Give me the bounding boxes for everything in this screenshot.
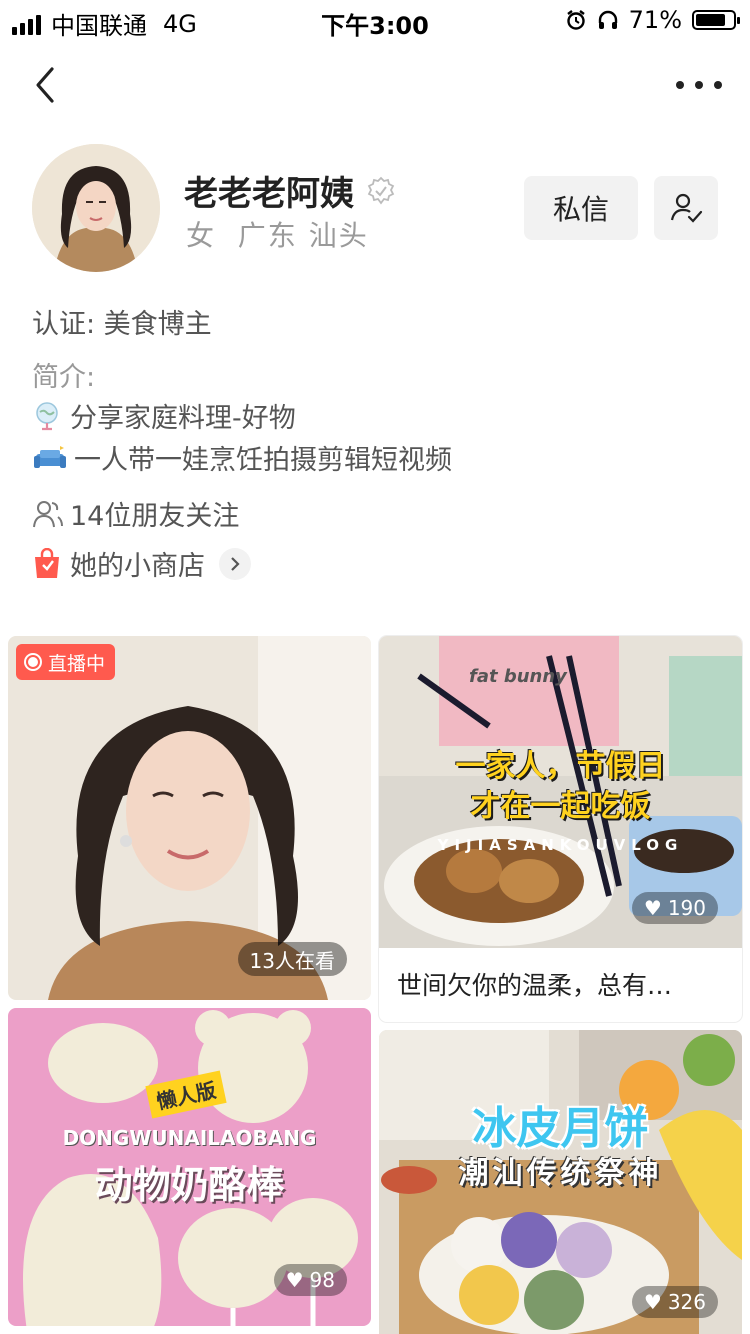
post-3-title: 冰皮月饼: [472, 1103, 649, 1154]
sofa-emoji-icon: [34, 445, 66, 468]
post-1-overlay-small: YIJIASANKOUVLOG: [437, 836, 684, 854]
more-dot-icon: [695, 81, 703, 89]
headphones-icon: [598, 10, 617, 29]
live-badge: 直播中: [16, 644, 116, 680]
post-1-title-line-2: 才在一起吃饭: [470, 789, 651, 824]
profile-name-row: 老老老阿姨: [184, 166, 396, 215]
follow-button[interactable]: [654, 176, 718, 240]
post-3-subtitle: 潮汕传统祭神: [458, 1156, 663, 1191]
nav-bar: [0, 55, 750, 115]
post-3-like-count: 326: [667, 1290, 706, 1314]
avatar-photo: [32, 144, 160, 272]
avatar[interactable]: [32, 144, 160, 272]
post-1-title-line-1: 一家人，节假日: [455, 749, 666, 784]
shop-link[interactable]: 她的小商店: [32, 544, 251, 583]
user-check-icon: [670, 193, 703, 223]
shop-bag-icon: [35, 547, 59, 578]
more-dot-icon: [676, 81, 684, 89]
certification-text: 认证: 美食博主: [32, 309, 212, 340]
alarm-icon: [566, 10, 585, 30]
post-1-caption: 世间欠你的温柔，总有…: [397, 971, 673, 1000]
post-2-title: 动物奶酪棒: [94, 1163, 285, 1207]
battery-icon: [692, 10, 740, 30]
shop-label: 她的小商店: [70, 551, 205, 582]
post-2-like-count: 98: [309, 1268, 335, 1292]
more-options-button[interactable]: [676, 71, 722, 99]
post-3-likes: ♥ 326: [631, 1286, 718, 1318]
post-2-likes: ♥ 98: [273, 1264, 347, 1296]
post-2-overlay-small: DONGWUNAILAOBANG: [62, 1126, 317, 1150]
post-card-3[interactable]: 冰皮月饼 潮汕传统祭神 ♥ 326: [379, 1030, 742, 1334]
live-stream-card[interactable]: 直播中 13人在看: [8, 636, 371, 1000]
live-badge-label: 直播中: [48, 652, 106, 675]
heart-icon: ♥: [643, 1290, 662, 1314]
live-watchers: 13人在看: [237, 942, 347, 976]
verified-badge-icon: [367, 176, 395, 204]
intro-line-2-text: 一人带一娃烹饪拍摄剪辑短视频: [74, 445, 452, 476]
post-card-1[interactable]: fat bunny 一家人，节假日 才在一起吃饭 YIJIASANKOUVLOG…: [379, 636, 742, 1022]
profile-name: 老老老阿姨: [184, 174, 354, 214]
post-1-like-count: 190: [667, 896, 706, 920]
more-dot-icon: [714, 81, 722, 89]
intro-line-1: 分享家庭料理-好物: [32, 396, 296, 435]
status-bar: 中国联通 4G 下午3:00 71%: [0, 0, 750, 40]
intro-line-1-text: 分享家庭料理-好物: [70, 403, 296, 434]
intro-line-2: 一人带一娃烹饪拍摄剪辑短视频: [32, 438, 452, 477]
live-dot-icon: [26, 655, 40, 669]
battery-percent: 71%: [628, 6, 682, 34]
message-button[interactable]: 私信: [524, 176, 638, 240]
post-1-likes: ♥ 190: [631, 892, 718, 924]
friends-icon: [33, 500, 63, 527]
globe-emoji-icon: [36, 401, 58, 430]
heart-icon: ♥: [285, 1268, 304, 1292]
intro-label: 简介:: [32, 362, 96, 393]
friends-following-text: 14位朋友关注: [70, 501, 240, 532]
gender-location: 女 广东 汕头: [186, 219, 369, 252]
post-1-apron-text: fat bunny: [469, 666, 567, 687]
heart-icon: ♥: [643, 896, 662, 920]
back-button[interactable]: [28, 63, 64, 107]
friends-following-row[interactable]: 14位朋友关注: [32, 494, 239, 533]
post-card-2[interactable]: 懒人版 DONGWUNAILAOBANG 动物奶酪棒 ♥ 98: [8, 1008, 371, 1326]
chevron-right-icon: [219, 547, 251, 580]
chevron-left-icon: [36, 67, 54, 103]
